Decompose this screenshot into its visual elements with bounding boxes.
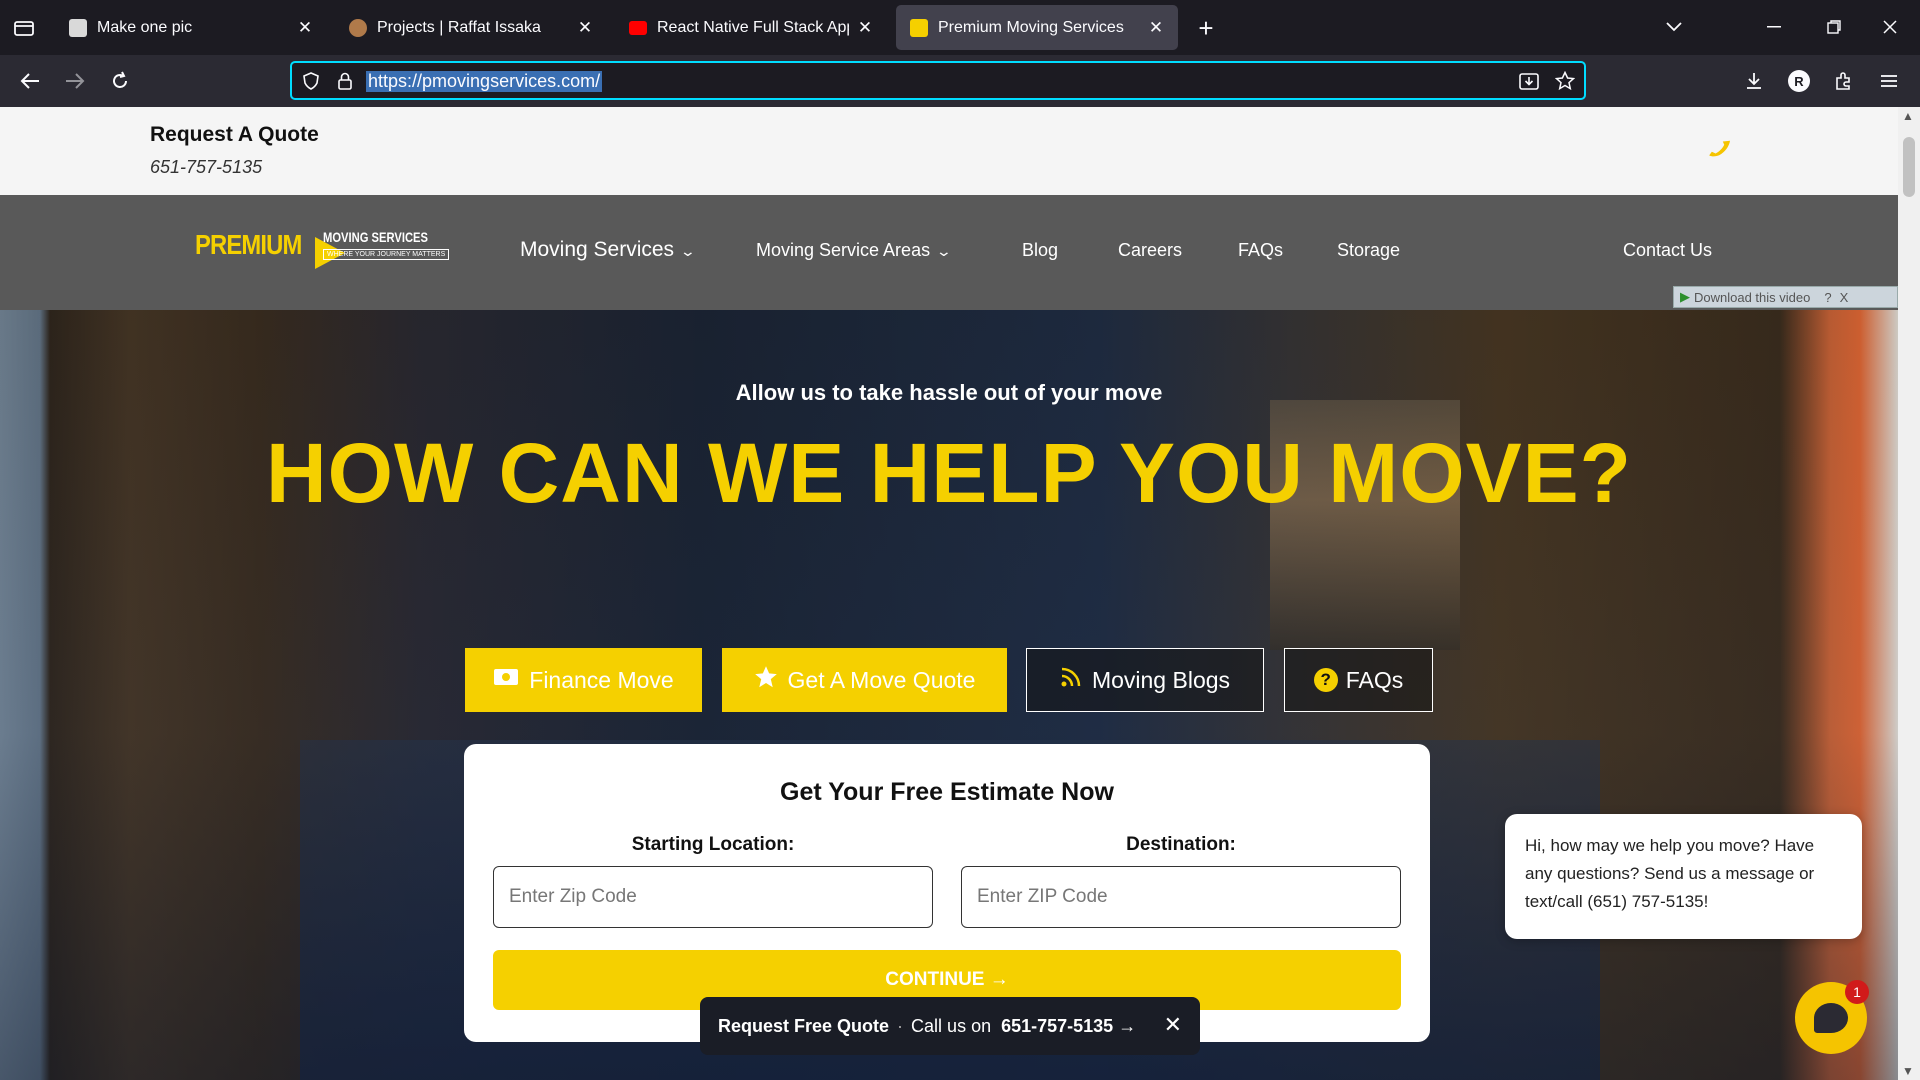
nav-label: Moving Services [520,238,675,261]
profile-icon[interactable]: R [1781,63,1817,99]
nav-careers[interactable]: Careers [1118,240,1182,261]
moving-blogs-button[interactable]: Moving Blogs [1026,648,1264,712]
request-quote-link[interactable]: Request A Quote [150,123,319,147]
save-page-icon[interactable] [1518,70,1540,92]
hero-subtitle: Allow us to take hassle out of your move [735,380,1163,405]
close-tab-icon[interactable]: ✕ [1146,18,1166,38]
quote-bar-label[interactable]: Request Free Quote [718,1016,889,1037]
close-tab-icon[interactable]: ✕ [295,18,315,38]
button-label: FAQs [1345,666,1404,693]
extensions-icon[interactable] [1826,63,1862,99]
lock-icon[interactable] [334,70,356,92]
close-window-icon[interactable] [1868,10,1912,44]
rss-icon [1060,666,1082,694]
tab-make-one-pic[interactable]: Make one pic ✕ [55,5,327,50]
close-tab-icon[interactable]: ✕ [855,18,875,38]
nav-contact-us[interactable]: Contact Us [1623,240,1712,261]
nav-moving-services[interactable]: Moving Services ⌄ [520,238,697,262]
download-icon[interactable] [1736,63,1772,99]
tab-title: React Native Full Stack App | Re [657,18,849,36]
close-icon[interactable]: X [1840,290,1849,305]
tab-premium-moving[interactable]: Premium Moving Services ✕ [896,5,1178,50]
tab-title: Premium Moving Services [938,18,1124,36]
request-quote-bar[interactable]: Request Free Quote · Call us on 651-757-… [700,997,1200,1055]
web-page: Request A Quote 651-757-5135 PREMIUM MOV… [0,107,1898,1080]
pms-favicon-icon [910,18,928,37]
nav-moving-service-areas[interactable]: Moving Service Areas ⌄ [756,240,953,261]
back-icon[interactable] [12,63,48,99]
get-quote-button[interactable]: Get A Move Quote [722,648,1007,712]
tab-youtube[interactable]: React Native Full Stack App | Re ✕ [615,5,887,50]
separator: · [897,1015,904,1036]
chevron-down-icon: ⌄ [679,243,697,259]
browser-toolbar: https://pmovingservices.com/ R [0,55,1920,107]
reload-icon[interactable] [102,63,138,99]
logo-line2: WHERE YOUR JOURNEY MATTERS [323,249,450,260]
url-text[interactable]: https://pmovingservices.com/ [366,71,603,92]
scroll-down-icon[interactable]: ▼ [1902,1064,1914,1078]
download-video-overlay[interactable]: ▶ Download this video ? X [1673,286,1898,308]
minimize-icon[interactable] [1752,10,1796,44]
youtube-favicon-icon [629,20,647,35]
starting-zip-input[interactable] [493,866,933,928]
close-tab-icon[interactable]: ✕ [575,18,595,38]
starting-location-label: Starting Location: [631,834,795,855]
logo-brand: PREMIUM [195,229,302,260]
list-all-tabs-icon[interactable] [1652,10,1696,44]
phone-number[interactable]: 651-757-5135 [150,157,262,178]
nav-label: Moving Service Areas [756,240,931,260]
unread-badge: 1 [1845,980,1869,1004]
nav-blog[interactable]: Blog [1022,240,1058,261]
money-icon [493,667,519,693]
destination-label: Destination: [1126,834,1236,855]
button-label: Finance Move [529,666,674,693]
finance-move-button[interactable]: Finance Move [465,648,702,712]
chat-bubble-icon [1814,1003,1848,1033]
hero-title: HOW CAN WE HELP YOU MOVE? [266,426,1632,520]
browser-tab-bar: Make one pic ✕ Projects | Raffat Issaka … [0,0,1920,55]
chat-launcher-button[interactable]: 1 [1795,980,1869,1054]
destination-zip-input[interactable] [961,866,1401,928]
question-icon: ? [1313,668,1338,692]
chatgpt-favicon-icon [69,18,87,37]
shield-icon[interactable] [300,70,322,92]
menu-icon[interactable] [1871,63,1907,99]
logo-line1: MOVING SERVICES [323,229,428,245]
download-video-label: Download this video [1694,289,1811,305]
tab-title: Projects | Raffat Issaka [377,18,541,36]
chevron-down-icon: ⌄ [935,243,953,259]
page-scrollbar[interactable]: ▲ ▼ [1898,107,1920,1080]
phone-icon[interactable] [1703,133,1734,170]
scrollbar-thumb[interactable] [1903,137,1915,197]
profile-letter: R [1788,70,1810,92]
new-tab-button[interactable]: + [1192,12,1220,44]
tab-title: Make one pic [97,18,193,36]
url-bar[interactable]: https://pmovingservices.com/ [290,61,1586,100]
chat-greeting-bubble[interactable]: Hi, how may we help you move? Have any q… [1505,814,1862,939]
main-navigation: PREMIUM MOVING SERVICES WHERE YOUR JOURN… [0,195,1898,310]
forward-icon[interactable] [57,63,93,99]
restore-icon[interactable] [1812,10,1856,44]
button-label: Get A Move Quote [787,666,976,693]
nav-storage[interactable]: Storage [1337,240,1400,261]
scroll-up-icon[interactable]: ▲ [1902,109,1914,123]
tab-projects[interactable]: Projects | Raffat Issaka ✕ [335,5,607,50]
star-icon [754,665,778,695]
quote-bar-phone[interactable]: 651-757-5135 → [1001,1016,1136,1037]
estimate-title: Get Your Free Estimate Now [780,778,1114,806]
close-icon[interactable]: ✕ [1164,1012,1182,1038]
star-icon[interactable] [1554,70,1576,92]
company-logo[interactable]: PREMIUM MOVING SERVICES WHERE YOUR JOURN… [195,225,450,275]
help-icon[interactable]: ? [1824,290,1831,305]
call-text: Call us on [911,1015,992,1036]
faqs-button[interactable]: ? FAQs [1284,648,1433,712]
play-icon: ▶ [1680,289,1690,304]
button-label: Moving Blogs [1091,666,1231,693]
projects-favicon-icon [349,18,367,37]
nav-faqs[interactable]: FAQs [1238,240,1283,261]
hero-section: Allow us to take hassle out of your move… [0,310,1898,1080]
tab-list-icon[interactable] [10,12,38,44]
top-contact-strip: Request A Quote 651-757-5135 [0,107,1898,195]
